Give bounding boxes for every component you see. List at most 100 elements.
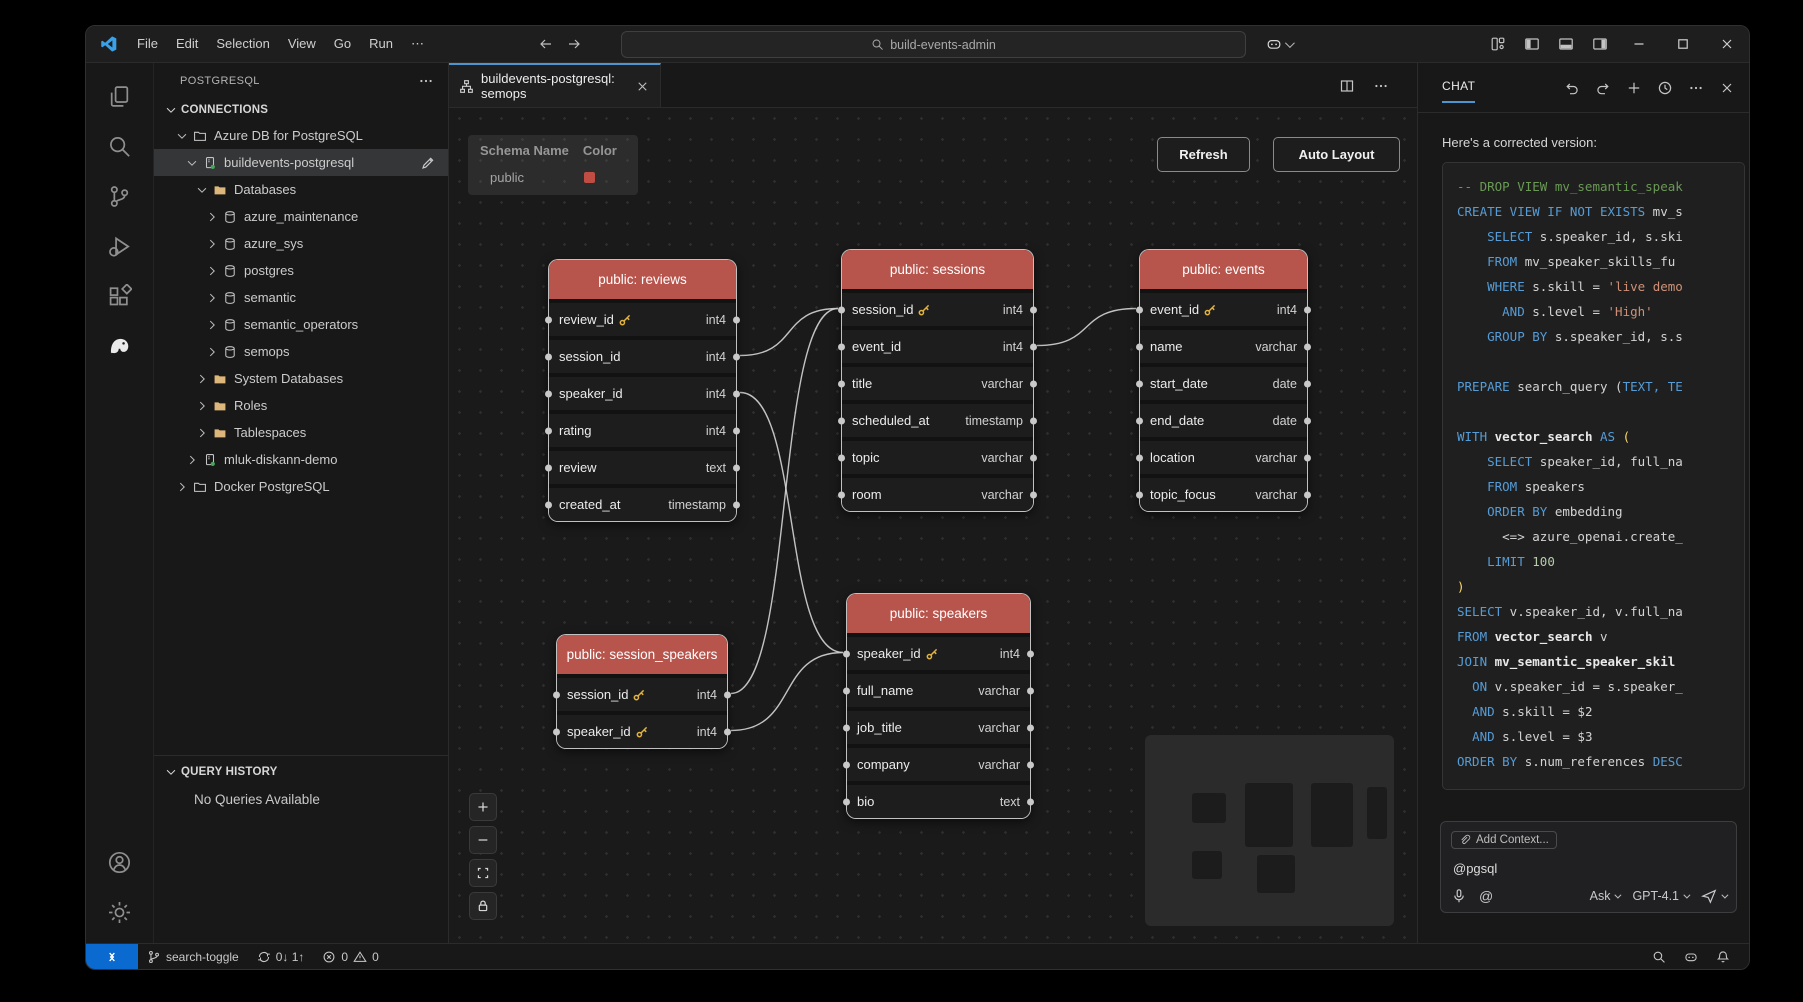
chevron-right-icon[interactable] bbox=[184, 453, 200, 467]
connection-point-left[interactable] bbox=[545, 390, 552, 397]
fit-view-button[interactable] bbox=[469, 859, 497, 887]
connection-point-right[interactable] bbox=[733, 464, 740, 471]
menu-view[interactable]: View bbox=[279, 32, 325, 56]
split-editor-icon[interactable] bbox=[1339, 78, 1355, 94]
tab-schema-visualization[interactable]: buildevents-postgresql: semops bbox=[449, 63, 661, 107]
er-column-row[interactable]: company varchar bbox=[847, 748, 1030, 781]
chevron-down-icon[interactable] bbox=[174, 129, 190, 143]
er-column-row[interactable]: job_title varchar bbox=[847, 711, 1030, 744]
tree-item-azure-maintenance[interactable]: azure_maintenance bbox=[154, 203, 448, 230]
er-column-row[interactable]: start_date date bbox=[1140, 367, 1307, 400]
menu-file[interactable]: File bbox=[128, 32, 167, 56]
back-arrow-icon[interactable] bbox=[538, 36, 554, 52]
tree-item-buildevents-postgresql[interactable]: buildevents-postgresql bbox=[154, 149, 448, 176]
chevron-down-icon[interactable] bbox=[184, 156, 200, 170]
send-button[interactable] bbox=[1701, 888, 1726, 904]
connection-point-left[interactable] bbox=[545, 427, 552, 434]
add-context-button[interactable]: Add Context... bbox=[1451, 831, 1557, 849]
command-center-search[interactable]: build-events-admin bbox=[621, 31, 1246, 58]
schema-canvas[interactable]: Schema Name Color public Refresh Auto La… bbox=[449, 108, 1417, 943]
connection-point-right[interactable] bbox=[1027, 761, 1034, 768]
query-history-header[interactable]: QUERY HISTORY bbox=[154, 760, 448, 784]
activity-item-source-control[interactable] bbox=[96, 171, 144, 221]
model-dropdown[interactable]: GPT-4.1 bbox=[1632, 889, 1688, 903]
mode-dropdown[interactable]: Ask bbox=[1590, 889, 1620, 903]
er-table-header[interactable]: public: events bbox=[1140, 250, 1307, 289]
tree-item-semops[interactable]: semops bbox=[154, 338, 448, 365]
zoom-status-icon[interactable] bbox=[1643, 950, 1675, 964]
connection-point-right[interactable] bbox=[1027, 724, 1034, 731]
connection-point-left[interactable] bbox=[843, 687, 850, 694]
tree-item-docker-postgresql[interactable]: Docker PostgreSQL bbox=[154, 473, 448, 500]
menu-more[interactable]: ⋯ bbox=[402, 32, 433, 56]
menu-edit[interactable]: Edit bbox=[167, 32, 207, 56]
chevron-right-icon[interactable] bbox=[194, 399, 210, 413]
tree-item-semantic[interactable]: semantic bbox=[154, 284, 448, 311]
customize-layout-icon[interactable] bbox=[1481, 26, 1515, 62]
copilot-menu[interactable] bbox=[1266, 36, 1292, 52]
er-column-row[interactable]: end_date date bbox=[1140, 404, 1307, 437]
activity-item-accounts[interactable] bbox=[96, 837, 144, 887]
er-column-row[interactable]: event_id int4 bbox=[842, 330, 1033, 363]
connection-point-right[interactable] bbox=[1304, 491, 1311, 498]
connection-point-left[interactable] bbox=[838, 491, 845, 498]
editor-more-actions-icon[interactable] bbox=[1373, 78, 1389, 94]
connection-point-right[interactable] bbox=[1304, 454, 1311, 461]
edit-connection-icon[interactable] bbox=[420, 155, 436, 171]
sync-item[interactable]: 0↓ 1↑ bbox=[248, 944, 314, 969]
connection-point-right[interactable] bbox=[733, 390, 740, 397]
tree-item-postgres[interactable]: postgres bbox=[154, 257, 448, 284]
er-column-row[interactable]: session_id int4 bbox=[842, 293, 1033, 326]
zoom-out-button[interactable] bbox=[469, 826, 497, 854]
undo-icon[interactable] bbox=[1560, 76, 1584, 100]
refresh-button[interactable]: Refresh bbox=[1157, 137, 1250, 172]
tree-item-roles[interactable]: Roles bbox=[154, 392, 448, 419]
er-column-row[interactable]: created_at timestamp bbox=[549, 488, 736, 521]
connection-point-left[interactable] bbox=[843, 650, 850, 657]
activity-item-run-debug[interactable] bbox=[96, 221, 144, 271]
connection-point-left[interactable] bbox=[1136, 417, 1143, 424]
chevron-right-icon[interactable] bbox=[204, 210, 220, 224]
connection-point-left[interactable] bbox=[1136, 380, 1143, 387]
er-column-row[interactable]: location varchar bbox=[1140, 441, 1307, 474]
zoom-in-button[interactable] bbox=[469, 793, 497, 821]
connection-point-left[interactable] bbox=[843, 761, 850, 768]
microphone-icon[interactable] bbox=[1451, 888, 1467, 904]
git-branch-item[interactable]: search-toggle bbox=[138, 944, 248, 969]
er-table-public-session-speakers[interactable]: public: session_speakers session_id int4… bbox=[556, 634, 728, 749]
menu-selection[interactable]: Selection bbox=[207, 32, 278, 56]
chevron-right-icon[interactable] bbox=[204, 291, 220, 305]
chevron-right-icon[interactable] bbox=[194, 426, 210, 440]
connection-point-left[interactable] bbox=[843, 724, 850, 731]
tree-item-system-databases[interactable]: System Databases bbox=[154, 365, 448, 392]
er-table-public-sessions[interactable]: public: sessions session_id int4 event_i… bbox=[841, 249, 1034, 512]
chevron-right-icon[interactable] bbox=[194, 372, 210, 386]
er-table-public-speakers[interactable]: public: speakers speaker_id int4 full_na… bbox=[846, 593, 1031, 819]
connection-point-right[interactable] bbox=[733, 501, 740, 508]
lock-button[interactable] bbox=[469, 892, 497, 920]
er-table-header[interactable]: public: session_speakers bbox=[557, 635, 727, 674]
connection-point-left[interactable] bbox=[1136, 454, 1143, 461]
toggle-primary-sidebar-icon[interactable] bbox=[1515, 26, 1549, 62]
connection-point-right[interactable] bbox=[1027, 798, 1034, 805]
activity-item-postgresql[interactable] bbox=[96, 321, 144, 371]
er-column-row[interactable]: speaker_id int4 bbox=[847, 637, 1030, 670]
connection-point-left[interactable] bbox=[1136, 491, 1143, 498]
chat-prompt-input[interactable]: @pgsql bbox=[1451, 851, 1726, 888]
problems-item[interactable]: 0 0 bbox=[313, 944, 387, 969]
connection-point-left[interactable] bbox=[545, 353, 552, 360]
tree-item-databases[interactable]: Databases bbox=[154, 176, 448, 203]
copilot-status-icon[interactable] bbox=[1675, 950, 1707, 964]
er-column-row[interactable]: speaker_id int4 bbox=[557, 715, 727, 748]
tree-item-tablespaces[interactable]: Tablespaces bbox=[154, 419, 448, 446]
connection-point-left[interactable] bbox=[838, 380, 845, 387]
connections-section-header[interactable]: CONNECTIONS bbox=[154, 98, 448, 122]
toggle-panel-icon[interactable] bbox=[1549, 26, 1583, 62]
chevron-right-icon[interactable] bbox=[204, 345, 220, 359]
activity-item-settings[interactable] bbox=[96, 887, 144, 937]
er-column-row[interactable]: scheduled_at timestamp bbox=[842, 404, 1033, 437]
connection-point-right[interactable] bbox=[1304, 306, 1311, 313]
er-column-row[interactable]: event_id int4 bbox=[1140, 293, 1307, 326]
tree-item-azure-sys[interactable]: azure_sys bbox=[154, 230, 448, 257]
close-chat-icon[interactable] bbox=[1715, 76, 1739, 100]
